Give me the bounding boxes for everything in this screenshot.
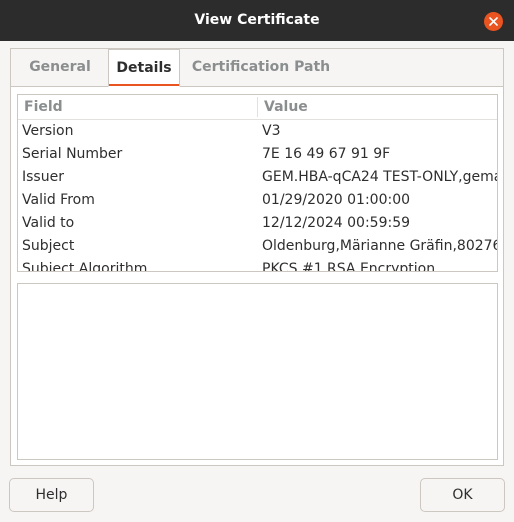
column-header-value[interactable]: Value bbox=[264, 99, 308, 115]
window-title: View Certificate bbox=[194, 12, 320, 28]
field-name: Valid to bbox=[22, 215, 75, 231]
certificate-field-list[interactable]: Field Value Version V3 Serial Number 7E … bbox=[17, 94, 498, 272]
column-separator[interactable] bbox=[257, 97, 258, 117]
tab-certification-path[interactable]: Certification Path bbox=[191, 49, 331, 86]
field-value: 12/12/2024 00:59:59 bbox=[262, 215, 411, 231]
view-certificate-dialog: View Certificate General Details Certifi… bbox=[0, 0, 514, 522]
field-value: Oldenburg,Märianne Gräfin,8027688 bbox=[262, 238, 498, 254]
field-name: Subject Algorithm bbox=[22, 261, 148, 272]
field-name: Version bbox=[22, 123, 74, 139]
list-row-version[interactable]: Version V3 bbox=[18, 121, 497, 144]
close-icon bbox=[489, 17, 498, 26]
list-row-valid-to[interactable]: Valid to 12/12/2024 00:59:59 bbox=[18, 213, 497, 236]
close-button[interactable] bbox=[484, 12, 503, 31]
list-header: Field Value bbox=[18, 95, 497, 120]
field-name: Issuer bbox=[22, 169, 64, 185]
field-value: PKCS #1 RSA Encryption bbox=[262, 261, 436, 272]
field-value: GEM.HBA-qCA24 TEST-ONLY,gemati bbox=[262, 169, 498, 185]
list-row-valid-from[interactable]: Valid From 01/29/2020 01:00:00 bbox=[18, 190, 497, 213]
field-name: Valid From bbox=[22, 192, 95, 208]
field-name: Serial Number bbox=[22, 146, 123, 162]
field-value-textview[interactable] bbox=[17, 283, 498, 460]
field-value: 01/29/2020 01:00:00 bbox=[262, 192, 411, 208]
list-row-serial-number[interactable]: Serial Number 7E 16 49 67 91 9F bbox=[18, 144, 497, 167]
tab-bar: General Details Certification Path bbox=[11, 49, 503, 87]
tab-details[interactable]: Details bbox=[108, 49, 180, 87]
column-header-field[interactable]: Field bbox=[24, 99, 63, 115]
certificate-notebook: General Details Certification Path Field… bbox=[10, 48, 504, 466]
help-button[interactable]: Help bbox=[9, 478, 94, 512]
list-row-subject-algorithm[interactable]: Subject Algorithm PKCS #1 RSA Encryption bbox=[18, 259, 497, 272]
field-value: V3 bbox=[262, 123, 281, 139]
field-name: Subject bbox=[22, 238, 75, 254]
list-row-issuer[interactable]: Issuer GEM.HBA-qCA24 TEST-ONLY,gemati bbox=[18, 167, 497, 190]
ok-button[interactable]: OK bbox=[420, 478, 505, 512]
tab-general[interactable]: General bbox=[19, 49, 101, 86]
title-bar: View Certificate bbox=[0, 0, 514, 41]
list-row-subject[interactable]: Subject Oldenburg,Märianne Gräfin,802768… bbox=[18, 236, 497, 259]
field-value: 7E 16 49 67 91 9F bbox=[262, 146, 391, 162]
